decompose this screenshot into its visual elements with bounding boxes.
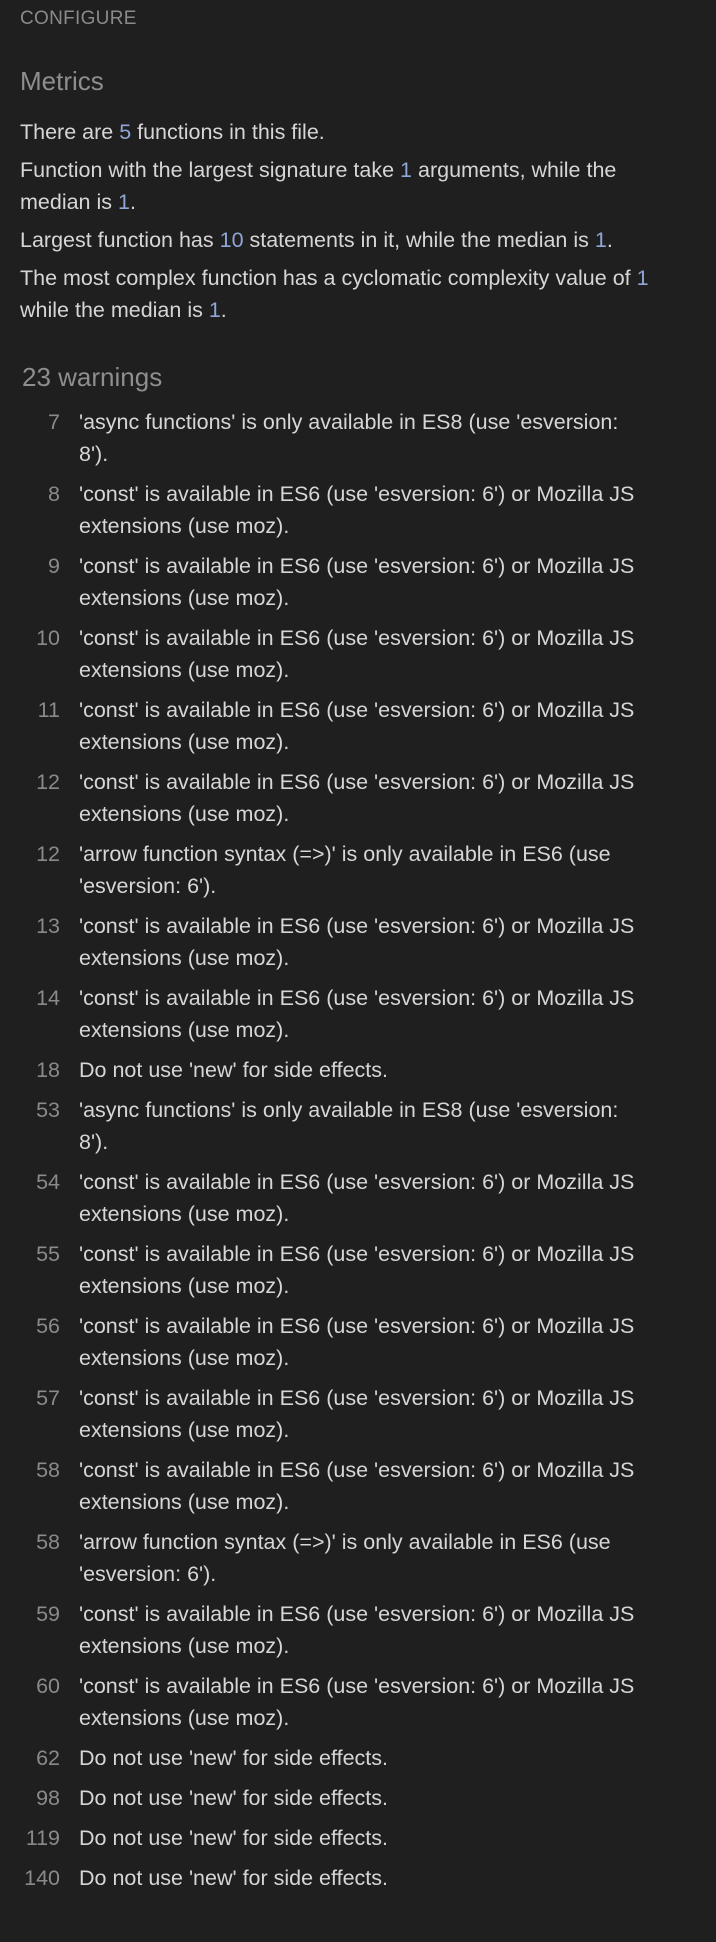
warning-line-number: 58: [36, 1458, 60, 1482]
warning-row: 57 'const' is available in ES6 (use 'esve…: [0, 1382, 716, 1446]
warning-line-number: 7: [48, 410, 60, 434]
metric-text: There are: [20, 120, 120, 144]
warning-message: 'const' is available in ES6 (use 'esvers…: [79, 914, 635, 970]
warning-row: 62 Do not use 'new' for side effects.: [0, 1742, 716, 1774]
warning-row: 55 'const' is available in ES6 (use 'esve…: [0, 1238, 716, 1302]
warning-line-number: 53: [36, 1098, 60, 1122]
metric-text: .: [220, 298, 227, 322]
warning-row: 11 'const' is available in ES6 (use 'esve…: [0, 694, 716, 758]
warning-line-number: 119: [25, 1826, 60, 1850]
warning-line-number: 12: [36, 842, 60, 866]
warning-line-number: 54: [36, 1170, 60, 1194]
warning-line-number: 11: [37, 698, 60, 722]
warning-row: 10 'const' is available in ES6 (use 'esve…: [0, 622, 716, 686]
warning-message: 'arrow function syntax (=>)' is only ava…: [79, 1530, 611, 1586]
warning-message: 'const' is available in ES6 (use 'esvers…: [79, 482, 635, 538]
warning-row: 59 'const' is available in ES6 (use 'esve…: [0, 1598, 716, 1662]
warning-message: Do not use 'new' for side effects.: [79, 1746, 388, 1770]
warning-row: 14 'const' is available in ES6 (use 'esve…: [0, 982, 716, 1046]
statements-line: Largest function has 10 statements in it…: [20, 224, 660, 256]
warning-message: Do not use 'new' for side effects.: [79, 1058, 388, 1082]
warning-line-number: 98: [36, 1786, 60, 1810]
warning-message: 'const' is available in ES6 (use 'esvers…: [79, 698, 635, 754]
warning-message: 'const' is available in ES6 (use 'esvers…: [79, 554, 635, 610]
metric-text: .: [606, 228, 613, 252]
warning-row: 12 'const' is available in ES6 (use 'esve…: [0, 766, 716, 830]
max-complexity-value: 1: [636, 266, 649, 290]
metric-text: Largest function has: [20, 228, 220, 252]
warning-row: 12 'arrow function syntax (=>)' is only a…: [0, 838, 716, 902]
warning-row: 140 Do not use 'new' for side effects.: [0, 1862, 716, 1894]
warning-message: Do not use 'new' for side effects.: [79, 1826, 388, 1850]
largest-signature-value: 1: [400, 158, 413, 182]
warning-row: 13 'const' is available in ES6 (use 'esve…: [0, 910, 716, 974]
metrics-heading: Metrics: [20, 66, 104, 96]
warning-line-number: 58: [36, 1530, 60, 1554]
warning-message: 'async functions' is only available in E…: [79, 1098, 619, 1154]
warning-message: 'const' is available in ES6 (use 'esvers…: [79, 1674, 635, 1730]
metric-text: functions in this file.: [131, 120, 325, 144]
functions-count-value: 5: [119, 120, 132, 144]
warning-row: 53 'async functions' is only available in…: [0, 1094, 716, 1158]
warning-message: 'const' is available in ES6 (use 'esvers…: [79, 770, 635, 826]
configure-link[interactable]: CONFIGURE: [20, 8, 137, 30]
warning-line-number: 140: [24, 1866, 60, 1890]
warning-message: 'const' is available in ES6 (use 'esvers…: [79, 626, 635, 682]
warning-message: 'const' is available in ES6 (use 'esvers…: [79, 1314, 635, 1370]
metric-text: The most complex function has a cyclomat…: [20, 266, 637, 290]
warning-line-number: 10: [36, 626, 60, 650]
warning-row: 56 'const' is available in ES6 (use 'esve…: [0, 1310, 716, 1374]
metric-text: Function with the largest signature take: [20, 158, 401, 182]
warning-row: 98 Do not use 'new' for side effects.: [0, 1782, 716, 1814]
warning-message: 'async functions' is only available in E…: [79, 410, 619, 466]
warning-message: 'const' is available in ES6 (use 'esvers…: [79, 1458, 635, 1514]
statements-median-value: 1: [594, 228, 607, 252]
warning-line-number: 9: [48, 554, 60, 578]
metric-text: while the median is: [20, 298, 209, 322]
warning-row: 9 'const' is available in ES6 (use 'esver…: [0, 550, 716, 614]
warning-line-number: 56: [36, 1314, 60, 1338]
warning-message: Do not use 'new' for side effects.: [79, 1786, 388, 1810]
warning-line-number: 57: [36, 1386, 60, 1410]
warning-row: 60 'const' is available in ES6 (use 'esve…: [0, 1670, 716, 1734]
warning-line-number: 12: [36, 770, 60, 794]
warning-line-number: 60: [36, 1674, 60, 1698]
metric-text: statements in it, while the median is: [243, 228, 595, 252]
warning-line-number: 8: [48, 482, 60, 506]
metric-text: .: [129, 190, 136, 214]
warning-row: 119 Do not use 'new' for side effects.: [0, 1822, 716, 1854]
warning-message: Do not use 'new' for side effects.: [79, 1866, 388, 1890]
functions-count-line: There are 5 functions in this file.: [20, 116, 660, 148]
warning-row: 8 'const' is available in ES6 (use 'esver…: [0, 478, 716, 542]
warning-row: 18 Do not use 'new' for side effects.: [0, 1054, 716, 1086]
warning-message: 'const' is available in ES6 (use 'esvers…: [79, 1602, 635, 1658]
warning-row: 7 'async functions' is only available in …: [0, 406, 716, 470]
warning-line-number: 62: [36, 1746, 60, 1770]
metrics-summary: There are 5 functions in this file. Func…: [20, 116, 660, 332]
warning-row: 58 'const' is available in ES6 (use 'esve…: [0, 1454, 716, 1518]
warning-line-number: 55: [36, 1242, 60, 1266]
signature-median-value: 1: [118, 190, 130, 214]
warning-message: 'const' is available in ES6 (use 'esvers…: [79, 1386, 635, 1442]
largest-function-statements-value: 10: [219, 228, 244, 252]
warning-line-number: 14: [36, 986, 60, 1010]
warning-message: 'const' is available in ES6 (use 'esvers…: [79, 1170, 635, 1226]
warning-message: 'const' is available in ES6 (use 'esvers…: [79, 1242, 635, 1298]
warnings-list: 7 'async functions' is only available in …: [0, 406, 716, 1902]
warning-message: 'const' is available in ES6 (use 'esvers…: [79, 986, 635, 1042]
warnings-heading: 23 warnings: [22, 362, 163, 392]
warning-message: 'arrow function syntax (=>)' is only ava…: [79, 842, 611, 898]
warning-line-number: 59: [36, 1602, 60, 1626]
complexity-median-value: 1: [208, 298, 221, 322]
signature-line: Function with the largest signature take…: [20, 154, 660, 218]
warning-row: 58 'arrow function syntax (=>)' is only a…: [0, 1526, 716, 1590]
warning-line-number: 18: [36, 1058, 60, 1082]
warning-row: 54 'const' is available in ES6 (use 'esve…: [0, 1166, 716, 1230]
complexity-line: The most complex function has a cyclomat…: [20, 262, 660, 326]
warning-line-number: 13: [36, 914, 60, 938]
